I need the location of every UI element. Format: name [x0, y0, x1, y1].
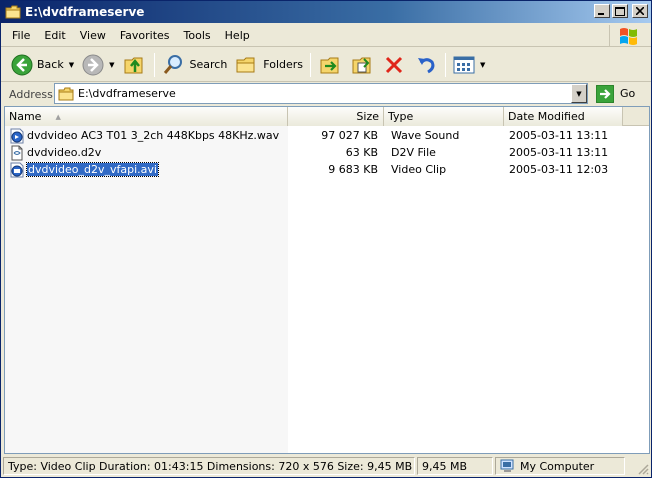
copy-to-folder-icon — [352, 57, 371, 73]
folder-icon — [58, 87, 74, 100]
file-rows: dvdvideo AC3 T01 3_2ch 448Kbps 48KHz.wav… — [5, 127, 649, 178]
go-label: Go — [620, 87, 636, 100]
sort-ascending-icon: ▲ — [55, 112, 61, 121]
back-label: Back — [37, 58, 64, 71]
delete-icon — [385, 56, 403, 73]
folders-icon — [236, 57, 255, 72]
minimize-icon — [598, 13, 604, 15]
menu-file[interactable]: File — [5, 27, 37, 44]
menu-bar: File Edit View Favorites Tools Help — [1, 24, 651, 47]
back-button[interactable]: Back ▼ — [7, 51, 78, 79]
address-dropdown-button[interactable]: ▼ — [571, 84, 587, 103]
toolbar-separator — [445, 52, 447, 77]
search-button[interactable]: Search — [158, 51, 232, 79]
column-header-name[interactable]: Name ▲ — [5, 107, 288, 126]
column-date-label: Date Modified — [508, 110, 585, 123]
undo-button[interactable] — [410, 51, 442, 79]
file-name: dvdvideo AC3 T01 3_2ch 448Kbps 48KHz.wav — [27, 129, 280, 142]
menu-help[interactable]: Help — [218, 27, 257, 44]
minimize-button[interactable] — [594, 4, 610, 18]
search-label: Search — [189, 58, 228, 71]
search-icon — [163, 54, 182, 74]
window-controls — [594, 4, 648, 18]
column-header-type[interactable]: Type — [384, 107, 504, 126]
file-row[interactable]: dvdvideo.d2v 63 KB D2V File 2005-03-11 1… — [5, 144, 649, 161]
delete-button[interactable] — [378, 51, 410, 79]
address-bar: Address E:\dvdframeserve ▼ Go — [1, 83, 651, 105]
up-folder-icon — [124, 57, 142, 73]
back-arrow-icon — [11, 54, 33, 75]
menu-favorites[interactable]: Favorites — [113, 27, 177, 44]
menu-view[interactable]: View — [73, 27, 113, 44]
chevron-down-icon[interactable]: ▼ — [480, 61, 485, 69]
chevron-down-icon[interactable]: ▼ — [69, 61, 74, 69]
window-title: E:\dvdframeserve — [25, 5, 145, 19]
status-info: Type: Video Clip Duration: 01:43:15 Dime… — [3, 457, 415, 475]
address-label: Address — [9, 87, 53, 101]
title-bar[interactable]: E:\dvdframeserve — [1, 1, 651, 23]
move-to-button[interactable] — [314, 51, 346, 79]
folders-label: Folders — [263, 58, 304, 71]
file-date: 2005-03-11 13:11 — [509, 146, 609, 159]
chevron-down-icon: ▼ — [576, 89, 582, 98]
file-type: Video Clip — [391, 163, 447, 176]
address-field[interactable]: E:\dvdframeserve ▼ — [54, 83, 588, 104]
forward-button[interactable]: ▼ — [78, 51, 118, 79]
audio-file-icon — [9, 128, 25, 144]
resize-grip[interactable] — [637, 463, 649, 475]
file-size: 97 027 KB — [321, 129, 378, 142]
file-name: dvdvideo.d2v — [27, 146, 102, 159]
file-date: 2005-03-11 13:11 — [509, 129, 609, 142]
folder-icon — [5, 5, 21, 19]
toolbar: Back ▼ ▼ Search Folders ▼ — [1, 48, 651, 82]
toolbar-separator — [310, 52, 312, 77]
close-icon — [636, 7, 644, 15]
toolbar-separator — [153, 52, 155, 77]
explorer-window: E:\dvdframeserve File Edit View Favorite… — [0, 0, 652, 478]
up-folder-button[interactable] — [119, 51, 151, 79]
file-name-cell: dvdvideo.d2v — [9, 144, 101, 161]
copy-to-button[interactable] — [346, 51, 378, 79]
menu-edit[interactable]: Edit — [37, 27, 72, 44]
status-bar: Type: Video Clip Duration: 01:43:15 Dime… — [1, 456, 651, 477]
file-name-cell: dvdvideo AC3 T01 3_2ch 448Kbps 48KHz.wav — [9, 127, 279, 144]
file-date: 2005-03-11 12:03 — [509, 163, 609, 176]
chevron-down-icon[interactable]: ▼ — [109, 61, 114, 69]
status-location: My Computer — [495, 457, 625, 475]
address-value: E:\dvdframeserve — [78, 87, 176, 100]
column-type-label: Type — [388, 110, 414, 123]
undo-icon — [418, 57, 435, 73]
views-button[interactable]: ▼ — [449, 51, 489, 79]
status-location-label: My Computer — [520, 459, 595, 473]
forward-arrow-icon — [82, 54, 104, 75]
my-computer-icon — [500, 459, 514, 472]
column-name-label: Name — [9, 110, 42, 123]
file-row[interactable]: dvdvideo AC3 T01 3_2ch 448Kbps 48KHz.wav… — [5, 127, 649, 144]
go-arrow-icon — [596, 84, 614, 103]
folders-button[interactable]: Folders — [231, 51, 307, 79]
video-file-icon — [9, 162, 25, 178]
column-header-date[interactable]: Date Modified — [504, 107, 623, 126]
move-to-folder-icon — [320, 57, 339, 73]
menu-tools[interactable]: Tools — [177, 27, 218, 44]
maximize-icon — [615, 6, 625, 16]
file-list[interactable]: Name ▲ Size Type Date Modified dvdvideo … — [4, 106, 650, 454]
column-size-label: Size — [356, 110, 379, 123]
column-header-size[interactable]: Size — [288, 107, 384, 126]
column-header: Name ▲ Size Type Date Modified — [5, 107, 649, 126]
close-button[interactable] — [632, 4, 648, 18]
generic-file-icon — [9, 145, 25, 161]
file-size: 9 683 KB — [328, 163, 378, 176]
file-name-cell: dvdvideo_d2v_vfapi.avi — [9, 161, 159, 178]
go-button[interactable]: Go — [594, 83, 648, 104]
views-icon — [453, 56, 475, 73]
file-size: 63 KB — [345, 146, 378, 159]
windows-logo-icon — [609, 25, 647, 47]
file-row-selected[interactable]: dvdvideo_d2v_vfapi.avi 9 683 KB Video Cl… — [5, 161, 649, 178]
file-name: dvdvideo_d2v_vfapi.avi — [26, 162, 159, 177]
file-type: Wave Sound — [391, 129, 460, 142]
file-type: D2V File — [391, 146, 436, 159]
status-size: 9,45 MB — [417, 457, 493, 475]
maximize-button[interactable] — [612, 4, 628, 18]
